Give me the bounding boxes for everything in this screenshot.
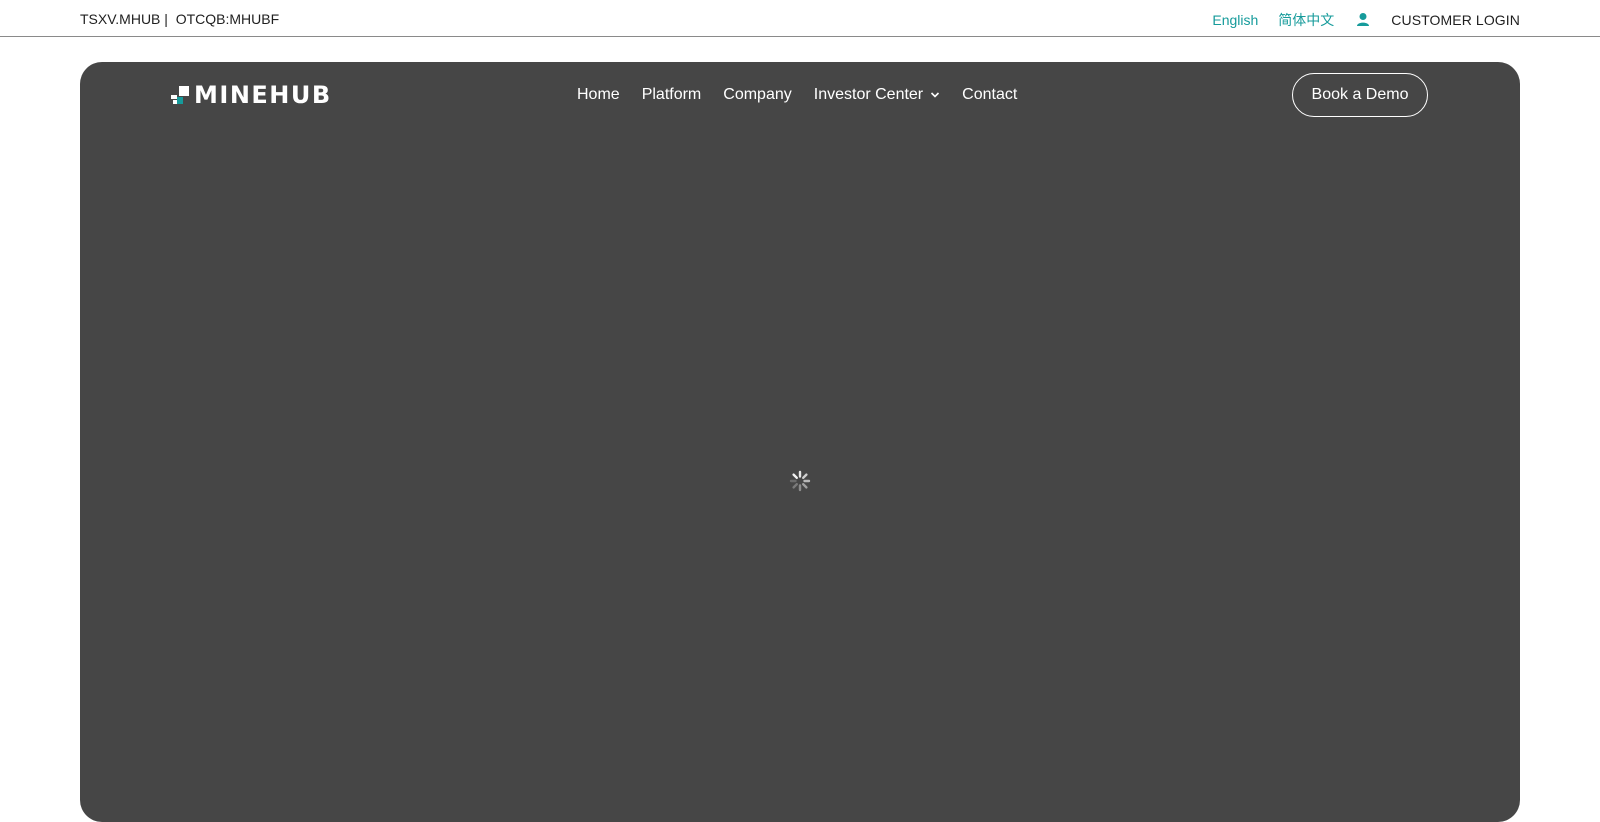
- nav-investor-center[interactable]: Investor Center: [814, 86, 940, 104]
- language-english-link[interactable]: English: [1212, 12, 1258, 28]
- stock-ticker: TSXV.MHUB | OTCQB:MHUBF: [80, 11, 280, 27]
- hero-section: MINEHUB Home Platform Company Investor C…: [80, 62, 1520, 822]
- logo-text: MINEHUB: [194, 81, 332, 109]
- loading-spinner-icon: [789, 470, 811, 492]
- book-demo-button[interactable]: Book a Demo: [1292, 73, 1428, 117]
- nav-investor-center-label: Investor Center: [813, 86, 924, 103]
- nav-home[interactable]: Home: [577, 86, 620, 104]
- top-right-links: English 简体中文 CUSTOMER LOGIN: [1212, 10, 1520, 30]
- nav-contact[interactable]: Contact: [962, 86, 1017, 104]
- nav-platform[interactable]: Platform: [642, 86, 702, 104]
- minehub-logo[interactable]: MINEHUB: [170, 81, 332, 109]
- language-chinese-link[interactable]: 简体中文: [1278, 10, 1334, 30]
- logo-mark-icon: [171, 86, 189, 104]
- nav-company[interactable]: Company: [723, 86, 791, 104]
- main-nav: Home Platform Company Investor Center Co…: [577, 86, 1039, 104]
- customer-login-link[interactable]: CUSTOMER LOGIN: [1391, 12, 1520, 28]
- top-utility-bar: TSXV.MHUB | OTCQB:MHUBF English 简体中文 CUS…: [0, 0, 1600, 37]
- chevron-down-icon: [931, 92, 940, 98]
- user-icon[interactable]: [1356, 12, 1370, 28]
